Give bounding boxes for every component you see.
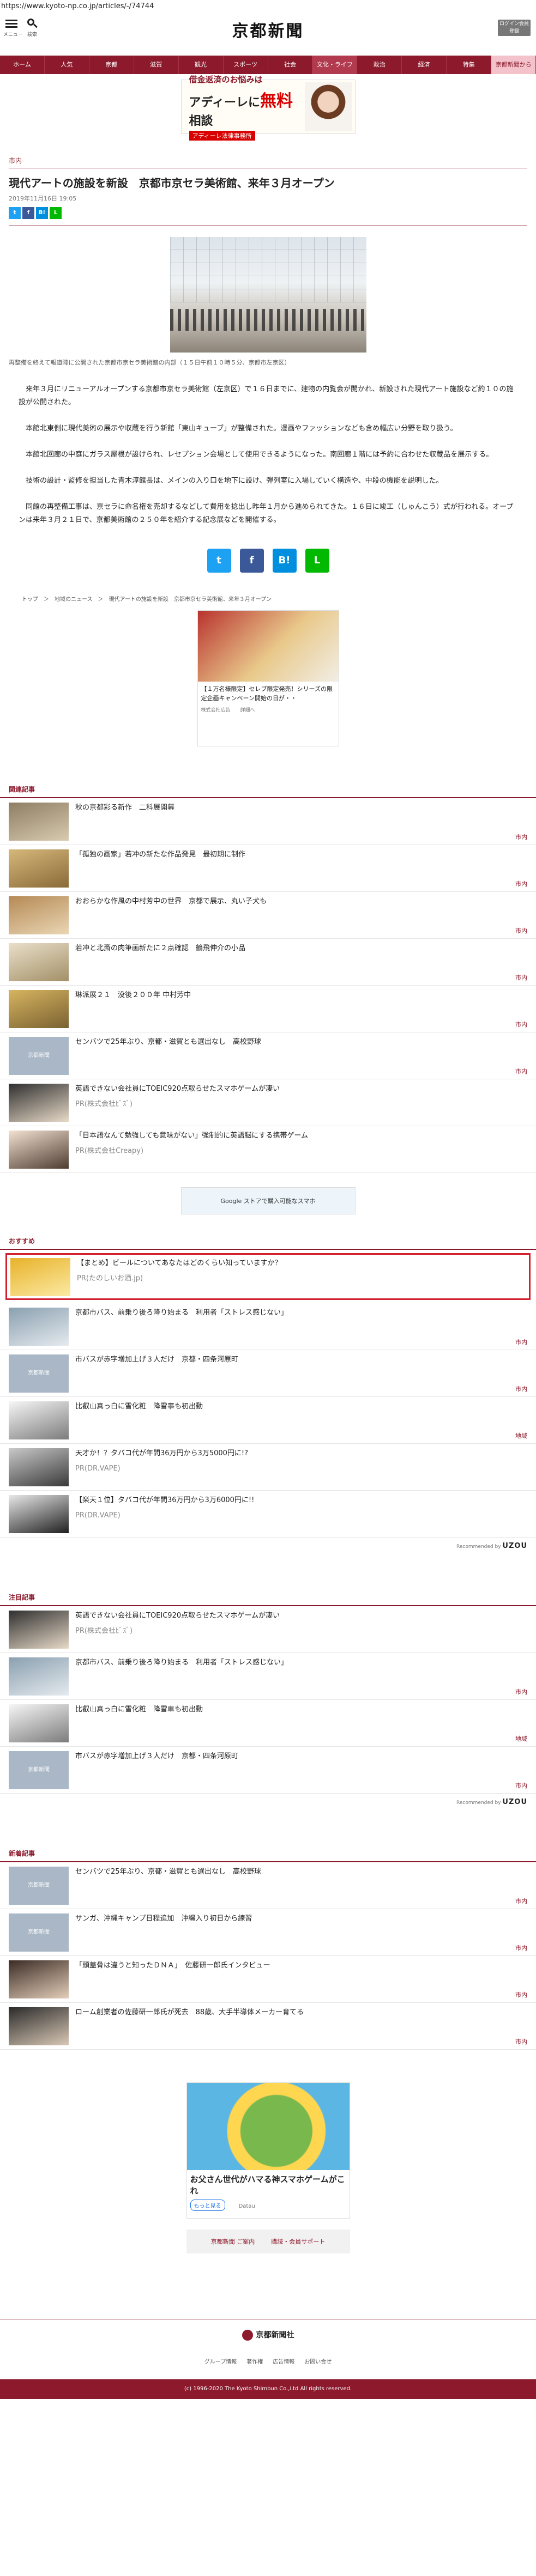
list-item[interactable]: 京都新聞 サンガ、沖縄キャンプ日程追加 沖縄入り初日から練習 市内 (0, 1909, 536, 1957)
category-nav: ホーム 人気 京都 滋賀 観光 スポーツ 社会 文化・ライフ 政治 経済 特集 … (0, 56, 536, 74)
list-item[interactable]: 「頭蓋骨は違うと知ったＤＮＡ」 佐藤研一郎氏インタビュー 市内 (0, 1956, 536, 2003)
publisher-mark-icon (242, 2330, 253, 2341)
list-item[interactable]: 京都新聞 センバツで25年ぶり、京都・滋賀とも選出なし 高校野球 市内 (0, 1032, 536, 1080)
paragraph: 来年３月にリニューアルオープンする京都市京セラ美術館（左京区）で１６日までに、建… (19, 385, 514, 407)
site-footer: 京都新聞社 グループ情報 著作権 広告情報 お問い合せ (c) 1996-202… (0, 2319, 536, 2399)
nav-from-kyoto[interactable]: 京都新聞から (491, 56, 536, 74)
list-item[interactable]: 比叡山真っ白に雪化粧 降雪車も初出動 地域 (0, 1700, 536, 1747)
site-logo[interactable]: 京都新聞 (0, 17, 536, 41)
line-icon[interactable]: L (50, 207, 62, 219)
article-date: 2019年11月16日 19:05 (9, 195, 77, 202)
list-item[interactable]: 英語できない会社員にTOEIC920点取らせたスマホゲームが凄い PR(株式会社ﾋ… (0, 1606, 536, 1654)
line-icon[interactable]: L (305, 549, 329, 573)
footer-link[interactable]: 著作権 (246, 2357, 263, 2365)
top-ad-banner[interactable]: 借金返済のお悩みは アディーレに無料相談 アディーレ法律事務所 (180, 75, 356, 141)
list-item[interactable]: 秋の京都彩る新作 二科展開幕 市内 (0, 798, 536, 846)
address-bar[interactable]: https://www.kyoto-np.co.jp/articles/-/74… (0, 0, 536, 13)
list-item[interactable]: 京都市バス、前乗り後ろ降り始まる 利用者「ストレス感じない」 市内 (0, 1303, 536, 1351)
mid-ad[interactable]: 【１万名様限定】セレブ限定発売！シリーズの限定企画キャンペーン開始の日が・・ 株… (197, 610, 339, 747)
nav-society[interactable]: 社会 (268, 56, 313, 74)
share-bar-bottom: t f B! L (0, 549, 536, 573)
recommended-by: Recommended by UZOU (456, 1798, 527, 1807)
footer-link[interactable]: グループ情報 (204, 2357, 237, 2365)
list-item[interactable]: 【まとめ】ビールについてあなたはどのくらい知っていますか？ PR(たのしいお酒.j… (5, 1253, 531, 1301)
publisher-logo[interactable]: 京都新聞社 (0, 2329, 536, 2341)
article-body: 来年３月にリニューアルオープンする京都市京セラ美術館（左京区）で１６日までに、建… (0, 383, 536, 527)
ad-source: 株式会社広告 詳細へ (201, 708, 255, 714)
ad-line2: アディーレに無料相談 (189, 91, 293, 128)
nav-shiga[interactable]: 滋賀 (134, 56, 179, 74)
nav-popular[interactable]: 人気 (45, 56, 89, 74)
list-item[interactable]: 【楽天１位】タバコ代が年間36万円から3万6000円に!! PR(DR.VAPE) (0, 1491, 536, 1538)
site-header: メニュー 検索 京都新聞 ログイン会員登録 (0, 13, 536, 41)
list-item[interactable]: 京都新聞 市バスが赤字増加上げ３人だけ 京都・四条河原町 市内 (0, 1747, 536, 1794)
game-ad[interactable]: お父さん世代がハマる神スマホゲームがこれ もっと見る Datau (186, 2082, 350, 2219)
footer-link[interactable]: お問い合せ (304, 2357, 332, 2365)
article-title: 現代アートの施設を新設 京都市京セラ美術館、来年３月オープン (9, 177, 335, 190)
footer-link[interactable]: 広告情報 (273, 2357, 294, 2365)
list-item[interactable]: 若冲と北斎の肉筆画新たに２点確認 鶴飛伸介の小品 市内 (0, 939, 536, 986)
nav-home[interactable]: ホーム (0, 56, 45, 74)
guide-link[interactable]: 京都新聞 ご案内 (211, 2237, 255, 2246)
newest-section: 新着記事 京都新聞 センバツで25年ぶり、京都・滋賀とも選出なし 高校野球 市内 京… (0, 1849, 536, 2050)
section-title: 新着記事 (0, 1849, 536, 1863)
hatena-icon[interactable]: B! (36, 207, 48, 219)
recommended-by: Recommended by UZOU (456, 1542, 527, 1551)
section-title: おすすめ (0, 1236, 536, 1250)
list-item[interactable]: おおらかな作風の中村芳中の世界 京都で展示、丸い子犬も 市内 (0, 892, 536, 939)
nav-sports[interactable]: スポーツ (224, 56, 268, 74)
nav-tourism[interactable]: 観光 (179, 56, 224, 74)
ad-photo (304, 82, 352, 131)
twitter-icon[interactable]: t (207, 549, 231, 573)
ad-text: 【１万名様限定】セレブ限定発売！シリーズの限定企画キャンペーン開始の日が・・ (201, 685, 333, 702)
facebook-icon[interactable]: f (22, 207, 34, 219)
ad-line1: 借金返済のお悩みは (189, 74, 263, 84)
list-item[interactable]: 天才か！？タバコ代が年間36万円から3万5000円に!? PR(DR.VAPE) (0, 1444, 536, 1491)
ad-more-button[interactable]: もっと見る (190, 2200, 225, 2212)
article-photo[interactable] (170, 237, 366, 353)
breadcrumb[interactable]: トップ ＞ 地域のニュース ＞ 現代アートの施設を新設 京都市京セラ美術館、来年… (22, 594, 514, 603)
list-item[interactable]: 京都市バス、前乗り後ろ降り始まる 利用者「ストレス感じない」 市内 (0, 1653, 536, 1700)
nav-features[interactable]: 特集 (447, 56, 492, 74)
ad-line3: アディーレ法律事務所 (189, 130, 255, 141)
nav-kyoto[interactable]: 京都 (89, 56, 134, 74)
paragraph: 同館の再整備工事は、京セラに命名権を売却するなどして費用を捻出し昨年１月から進め… (19, 503, 514, 525)
list-item[interactable]: 琳派展２１ 没後２００年 中村芳中 市内 (0, 986, 536, 1033)
ad-image (186, 2083, 350, 2171)
list-item[interactable]: 英語できない会社員にTOEIC920点取らせたスマホゲームが凄い PR(株式会社ﾋ… (0, 1079, 536, 1127)
login-button[interactable]: ログイン会員登録 (498, 20, 531, 36)
ad-image (197, 611, 339, 682)
article-category[interactable]: 市内 (9, 156, 527, 169)
nav-politics[interactable]: 政治 (357, 56, 402, 74)
share-bar-top: t f B! L (9, 207, 527, 226)
recommend-section: おすすめ 【まとめ】ビールについてあなたはどのくらい知っていますか？ PR(たのし… (0, 1236, 536, 1554)
section-title: 関連記事 (0, 785, 536, 799)
ad-title: お父さん世代がハマる神スマホゲームがこれ (190, 2174, 345, 2196)
footer-links: グループ情報 著作権 広告情報 お問い合せ (0, 2357, 536, 2365)
list-item[interactable]: 比叡山真っ白に雪化粧 降雪事も初出動 地域 (0, 1397, 536, 1444)
wide-ad[interactable]: Google ストアで購入可能なスマホ (180, 1187, 356, 1215)
list-item[interactable]: 「日本語なんて勉強しても意味がない」強制的に英語脳にする携帯ゲーム PR(株式会社… (0, 1126, 536, 1174)
support-link[interactable]: 購読・会員サポート (271, 2237, 325, 2246)
photo-caption: 再整備を終えて報道陣に公開された京都市京セラ美術館の内部（１５日午前１０時５分、… (9, 359, 291, 366)
twitter-icon[interactable]: t (9, 207, 21, 219)
facebook-icon[interactable]: f (239, 549, 264, 573)
hatena-icon[interactable]: B! (272, 549, 297, 573)
list-item[interactable]: 京都新聞 センバツで25年ぶり、京都・滋賀とも選出なし 高校野球 市内 (0, 1862, 536, 1910)
paragraph: 本館北回廊の中庭にガラス屋根が設けられ、レセプション会場として使用できるようにな… (26, 451, 493, 459)
related-section: 関連記事 秋の京都彩る新作 二科展開幕 市内 「孤独の画家」若冲の新たな作品発見 … (0, 785, 536, 1174)
nav-culture[interactable]: 文化・ライフ (312, 56, 358, 74)
list-item[interactable]: 「孤独の画家」若冲の新たな作品発見 最初期に制作 市内 (0, 845, 536, 892)
ad-source: Datau (238, 2203, 255, 2210)
attention-section: 注目記事 英語できない会社員にTOEIC920点取らせたスマホゲームが凄い PR(… (0, 1593, 536, 1811)
list-item[interactable]: 京都新聞 市バスが赤字増加上げ３人だけ 京都・四条河原町 市内 (0, 1350, 536, 1398)
info-links: 京都新聞 ご案内 購読・会員サポート (186, 2229, 350, 2254)
copyright: (c) 1996-2020 The Kyoto Shimbun Co.,Ltd … (0, 2379, 536, 2399)
nav-economy[interactable]: 経済 (402, 56, 447, 74)
paragraph: 技術の設計・監修を担当した青木淳館長は、メインの入り口を地下に設け、弾列室に入場… (26, 477, 443, 485)
paragraph: 本館北東側に現代美術の展示や収蔵を行う新館「東山キューブ」が整備された。漫画やフ… (26, 424, 457, 433)
section-title: 注目記事 (0, 1593, 536, 1607)
list-item[interactable]: ローム創業者の佐藤研一郎氏が死去 88歳、大手半導体メーカー育てる 市内 (0, 2003, 536, 2050)
